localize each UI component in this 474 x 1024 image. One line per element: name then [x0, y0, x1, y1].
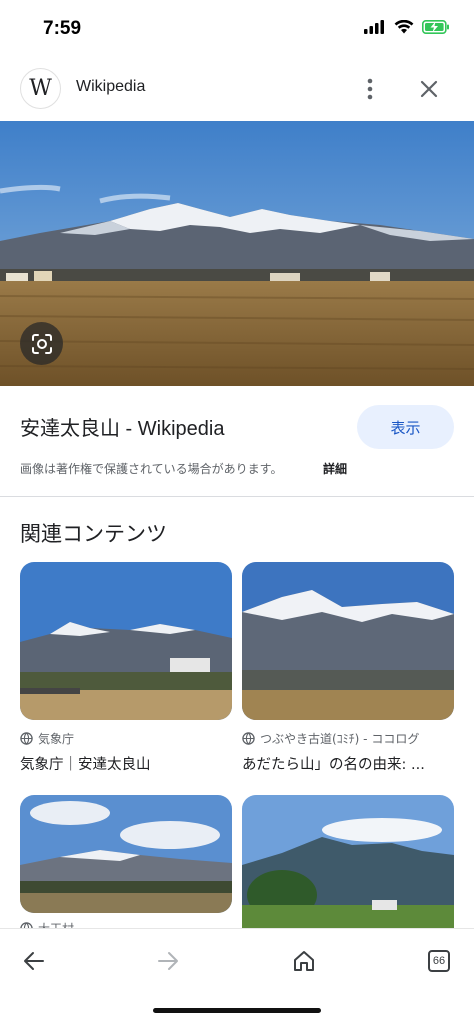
wikipedia-logo: W [20, 68, 61, 109]
signal-icon [364, 20, 384, 34]
battery-charging-icon [422, 20, 449, 34]
lens-icon [31, 333, 52, 354]
wifi-icon [394, 20, 414, 34]
globe-icon [242, 732, 255, 745]
related-caption-1[interactable]: 気象庁｜安達太良山 [20, 753, 232, 774]
tabs-button[interactable]: 66 [419, 941, 459, 981]
arrow-forward-icon [158, 952, 178, 970]
result-title[interactable]: 安達太良山 - Wikipedia [20, 412, 224, 441]
header-bar: W Wikipedia [0, 60, 474, 120]
related-thumbnail-3[interactable] [20, 795, 232, 913]
forward-button[interactable] [148, 941, 188, 981]
details-link[interactable]: 詳細 [323, 460, 347, 477]
more-options-button[interactable] [357, 74, 383, 104]
related-source-1: 気象庁 [20, 730, 74, 747]
related-heading: 関連コンテンツ [20, 522, 167, 546]
home-icon [294, 951, 314, 971]
related-thumbnail-2[interactable] [242, 562, 454, 720]
copyright-notice: 画像は著作権で保護されている場合があります。 [20, 462, 283, 476]
close-icon [420, 80, 438, 98]
home-button[interactable] [284, 941, 324, 981]
more-vert-icon [367, 78, 373, 100]
related-source-2: つぶやき古道(ｺﾐﾁ) - ココログ [242, 730, 419, 747]
home-indicator [153, 1008, 321, 1013]
tab-count: 66 [428, 950, 450, 972]
status-bar: 7:59 [0, 0, 474, 60]
divider [0, 496, 474, 497]
related-thumbnail-4[interactable] [242, 795, 454, 928]
arrow-back-icon [24, 952, 44, 970]
status-icons [364, 20, 450, 34]
back-button[interactable] [14, 941, 54, 981]
view-button[interactable]: 表示 [357, 405, 454, 449]
related-source-label-2: つぶやき古道(ｺﾐﾁ) - ココログ [260, 732, 420, 746]
main-image[interactable] [0, 121, 474, 386]
related-caption-2[interactable]: あだたら山」の名の由来: ... [242, 753, 454, 774]
site-name: Wikipedia [76, 78, 146, 95]
close-button[interactable] [414, 74, 444, 104]
globe-icon [20, 732, 33, 745]
related-thumbnail-1[interactable] [20, 562, 232, 720]
related-source-label-1: 気象庁 [38, 732, 75, 746]
lens-search-button[interactable] [20, 322, 63, 365]
status-time: 7:59 [43, 18, 82, 39]
